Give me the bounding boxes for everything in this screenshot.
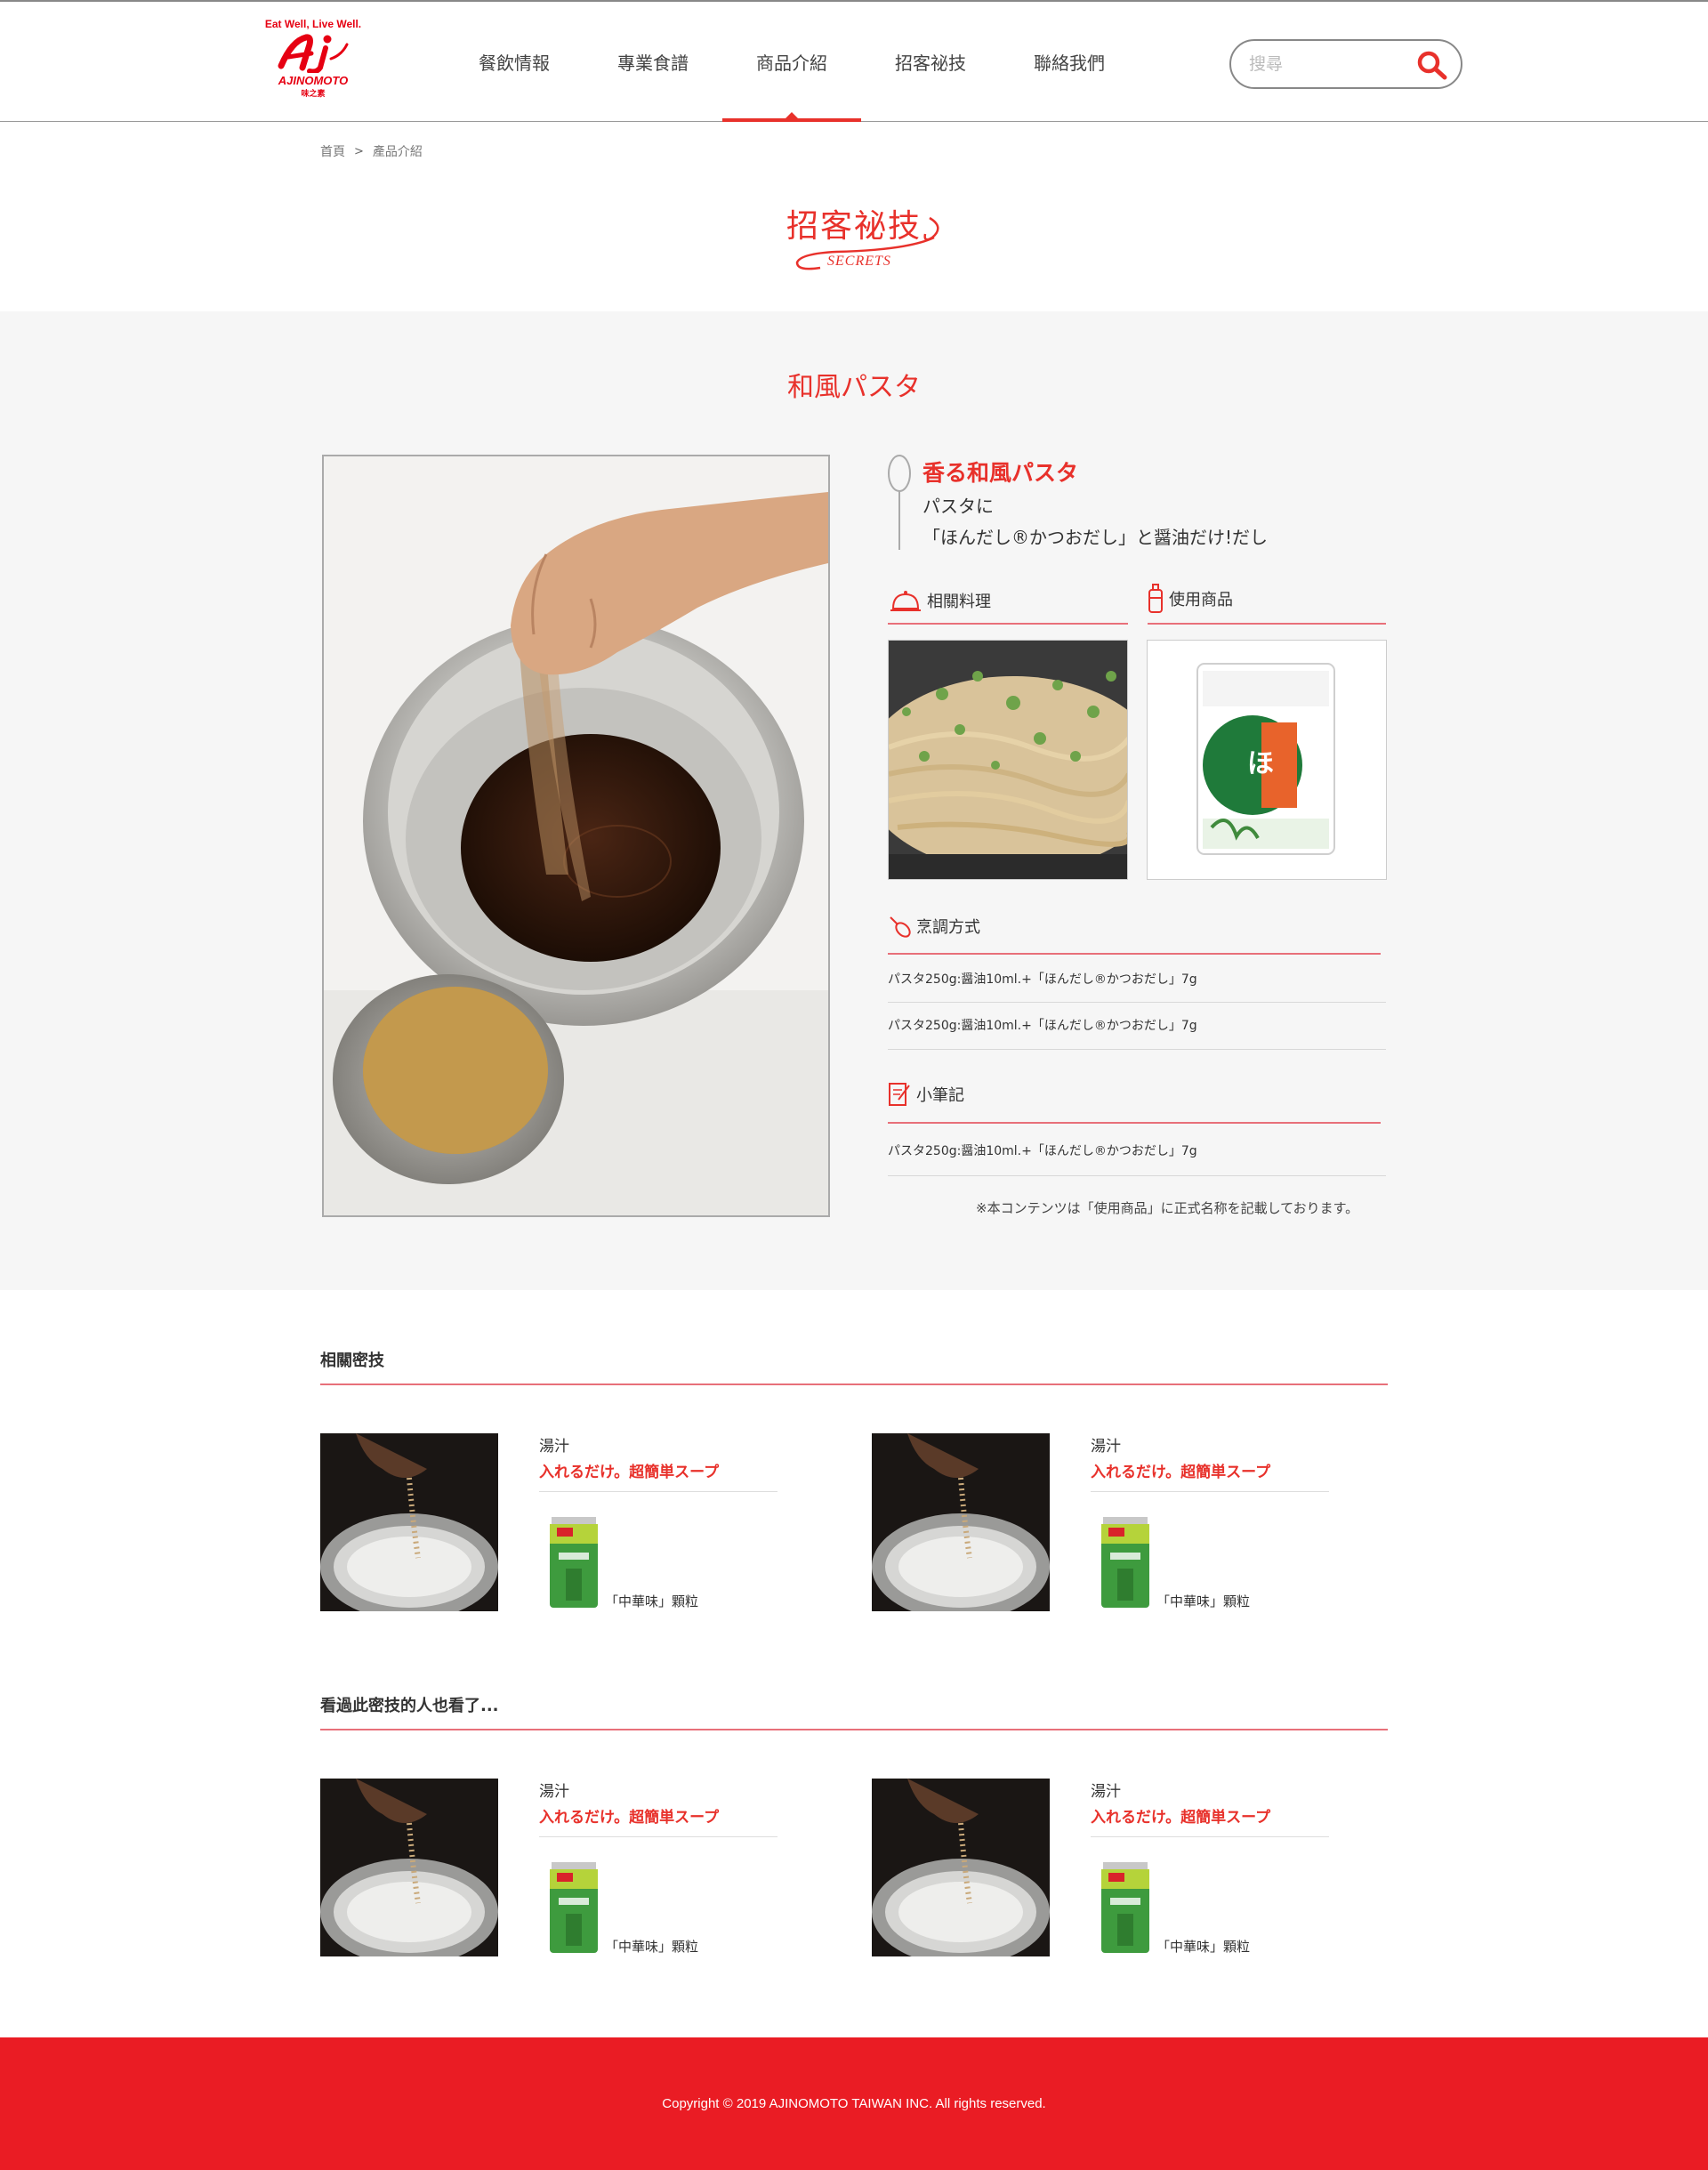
nav-item-secrets[interactable]: 招客祕技 [861, 2, 1000, 122]
hondashi-package-image: ほ [1148, 641, 1386, 879]
hand-sprinkling-dashi-photo [324, 456, 828, 1215]
notes-rule [888, 1122, 1381, 1124]
cooking-method-rule [888, 953, 1381, 955]
card-title[interactable]: 入れるだけ。超簡単スープ [1091, 1804, 1270, 1827]
related-secrets-rule [320, 1383, 1388, 1385]
copyright-text: Copyright © 2019 AJINOMOTO TAIWAN INC. A… [662, 2096, 1046, 2111]
consomme-can-image [550, 1862, 598, 1953]
divider [888, 1049, 1386, 1050]
search-box [1229, 39, 1462, 89]
used-product-label: 使用商品 [1169, 591, 1233, 609]
card-product-name: 「中華味」顆粒 [1156, 1593, 1251, 1609]
related-dish-thumbnail[interactable] [888, 640, 1128, 880]
whisk-icon [890, 916, 911, 938]
card-divider [539, 1836, 777, 1837]
pot-sprinkle-image [320, 1433, 498, 1611]
card-product-name: 「中華味」顆粒 [605, 1593, 699, 1609]
soup-photo [320, 1433, 498, 1611]
secret-detail-section [0, 311, 1708, 1290]
card-category: 湯汁 [1091, 1438, 1121, 1456]
cooking-method-label: 烹調方式 [916, 918, 980, 937]
pot-sprinkle-image [872, 1779, 1050, 1956]
breadcrumb-current: 產品介紹 [372, 145, 423, 159]
consomme-can-image [1101, 1862, 1149, 1953]
also-viewed-heading: 看過此密技的人也看了... [320, 1697, 499, 1715]
related-secrets-heading: 相關密技 [320, 1351, 384, 1370]
breadcrumb-home[interactable]: 首頁 [320, 142, 345, 160]
related-secret-card[interactable]: 湯汁 入れるだけ。超簡単スープ 「中華味」顆粒 [320, 1433, 783, 1611]
used-product-header: 使用商品 [1148, 584, 1233, 614]
page-title-cn: 招客祕技 [786, 208, 922, 245]
main-photo [322, 455, 830, 1217]
cooking-step: パスタ250g:醤油10ml.+「ほんだし®かつおだし」7g [888, 972, 1197, 987]
tip-description-line1: パスタに [922, 496, 994, 517]
nav-item-products[interactable]: 商品介紹 [722, 2, 861, 122]
related-dish-label: 相關料理 [927, 593, 991, 611]
notes-label: 小筆記 [916, 1086, 964, 1105]
related-dish-rule [888, 623, 1128, 625]
card-product-name: 「中華味」顆粒 [1156, 1939, 1251, 1955]
note-item: パスタ250g:醤油10ml.+「ほんだし®かつおだし」7g [888, 1144, 1197, 1158]
card-divider [1091, 1491, 1329, 1492]
tip-description-line2: 「ほんだし®かつおだし」と醤油だけ!だし [922, 527, 1269, 548]
card-title[interactable]: 入れるだけ。超簡単スープ [1091, 1459, 1270, 1481]
card-category: 湯汁 [539, 1783, 569, 1801]
notes-header: 小筆記 [888, 1082, 964, 1107]
package-text: ほ [1247, 748, 1274, 779]
search-icon[interactable] [1416, 50, 1448, 80]
consomme-can-image [550, 1517, 598, 1608]
nav-item-dining-info[interactable]: 餐飲情報 [445, 2, 584, 122]
aj-logo-icon [278, 34, 349, 73]
site-footer: Copyright © 2019 AJINOMOTO TAIWAN INC. A… [0, 2037, 1708, 2170]
card-title[interactable]: 入れるだけ。超簡単スープ [539, 1459, 719, 1481]
also-viewed-card[interactable]: 湯汁 入れるだけ。超簡単スープ 「中華味」顆粒 [872, 1779, 1334, 1956]
pot-sprinkle-image [872, 1433, 1050, 1611]
cooking-step: パスタ250g:醤油10ml.+「ほんだし®かつおだし」7g [888, 1019, 1197, 1033]
disclaimer-text: ※本コンテンツは「使用商品」に正式名称を記載しております。 [976, 1200, 1359, 1216]
site-header: Eat Well, Live Well. AJINOMOTO 味之素 餐飲情報 … [0, 0, 1708, 122]
soup-photo [320, 1779, 498, 1956]
soup-photo [872, 1433, 1050, 1611]
soup-photo [872, 1779, 1050, 1956]
tip-title: 香る和風パスタ [922, 460, 1079, 486]
also-viewed-rule [320, 1729, 1388, 1730]
card-title[interactable]: 入れるだけ。超簡単スープ [539, 1804, 719, 1827]
pasta-dish-image [889, 641, 1127, 879]
breadcrumb-separator: > [354, 144, 364, 158]
logo-tagline: Eat Well, Live Well. [264, 18, 362, 30]
notepad-icon [889, 1083, 910, 1106]
card-divider [1091, 1836, 1329, 1837]
nav-item-contact[interactable]: 聯絡我們 [1000, 2, 1139, 122]
main-nav: 餐飲情報 專業食譜 商品介紹 招客祕技 聯絡我們 [445, 2, 1139, 122]
divider [888, 1002, 1386, 1003]
ajinomoto-logo[interactable]: Eat Well, Live Well. AJINOMOTO 味之素 [258, 18, 368, 103]
divider [888, 1175, 1386, 1176]
page-title: 招客祕技 SECRETS [0, 200, 1708, 269]
logo-brand: AJINOMOTO [278, 74, 349, 87]
bottle-icon [1148, 584, 1163, 613]
secret-heading: 和風パスタ [787, 372, 921, 403]
consomme-can-image [1101, 1517, 1149, 1608]
page-title-en: SECRETS [827, 254, 891, 269]
spoon-icon [888, 455, 911, 550]
used-product-rule [1148, 623, 1386, 625]
pot-sprinkle-image [320, 1779, 498, 1956]
card-product-name: 「中華味」顆粒 [605, 1939, 699, 1955]
also-viewed-card[interactable]: 湯汁 入れるだけ。超簡単スープ 「中華味」顆粒 [320, 1779, 783, 1956]
nav-item-recipes[interactable]: 專業食譜 [584, 2, 722, 122]
related-secret-card[interactable]: 湯汁 入れるだけ。超簡単スープ 「中華味」顆粒 [872, 1433, 1334, 1611]
cooking-method-header: 烹調方式 [888, 915, 980, 938]
card-divider [539, 1491, 777, 1492]
breadcrumb: 首頁 > 產品介紹 [320, 142, 423, 160]
cloche-icon [890, 591, 921, 611]
used-product-thumbnail[interactable]: ほ [1147, 640, 1387, 880]
search-input[interactable] [1249, 50, 1400, 78]
related-dish-header: 相關料理 [890, 587, 991, 614]
logo-brand-sub: 味之素 [301, 90, 326, 99]
card-category: 湯汁 [1091, 1783, 1121, 1801]
card-category: 湯汁 [539, 1438, 569, 1456]
